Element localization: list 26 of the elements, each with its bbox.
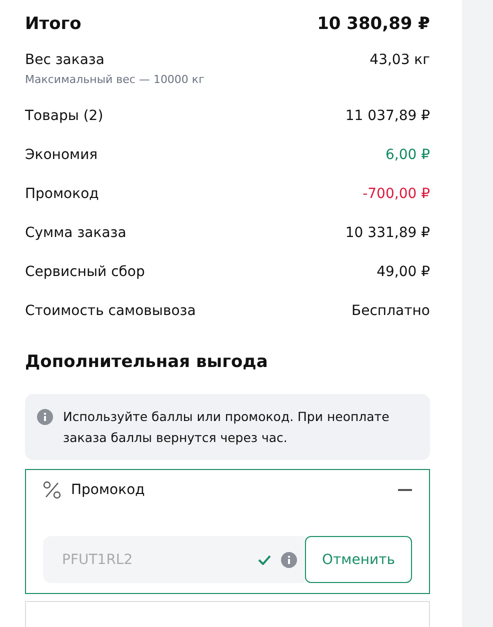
total-value: 10 380,89 ₽ (317, 14, 430, 34)
summary-label: Экономия (25, 147, 98, 164)
summary-note: Максимальный вес — 10000 кг (25, 73, 204, 86)
summary-label: Сервисный сбор (25, 264, 145, 281)
summary-label: Стоимость самовывоза (25, 303, 196, 320)
summary-label: Сумма заказа (25, 225, 126, 242)
info-icon[interactable] (280, 552, 297, 568)
info-icon (37, 409, 53, 425)
promo-code-field[interactable]: PFUT1RL2 (43, 536, 305, 583)
summary-label: Промокод (25, 186, 99, 203)
summary-value: Бесплатно (352, 303, 430, 320)
summary-label: Вес заказа (25, 52, 106, 69)
summary-label: Товары (2) (25, 108, 104, 125)
summary-value: -700,00 ₽ (362, 186, 430, 203)
info-text: Используйте баллы или промокод. При неоплате заказа баллы вернутся через час. (63, 408, 390, 447)
total-label: Итого (25, 14, 82, 34)
cancel-button[interactable]: Отменить (304, 536, 412, 583)
summary-value: 11 037,89 ₽ (345, 108, 430, 125)
promo-code-input[interactable]: PFUT1RL2 (60, 550, 248, 568)
summary-value: 10 331,89 ₽ (345, 225, 430, 242)
promo-title: Промокод (71, 482, 146, 498)
percent-icon (43, 481, 61, 499)
summary-value: 43,03 кг (370, 52, 430, 69)
section-title: Дополнительная выгода (25, 352, 269, 372)
summary-value: 6,00 ₽ (385, 147, 430, 164)
summary-value: 49,00 ₽ (376, 264, 430, 281)
